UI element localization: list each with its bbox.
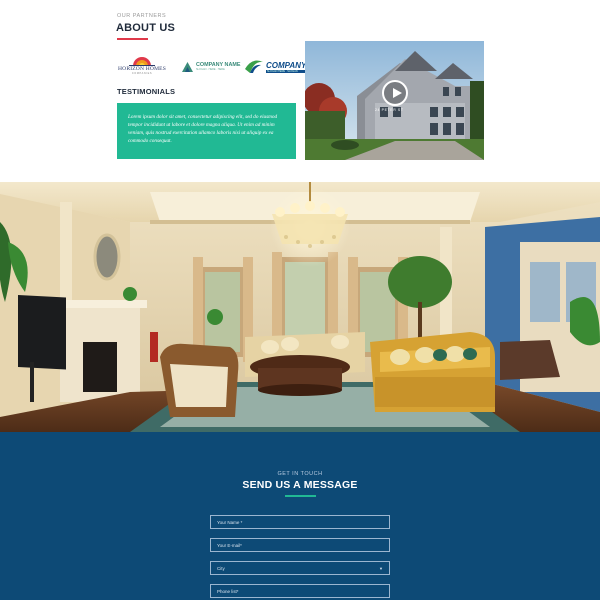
phone-field[interactable]: Phone list*: [210, 584, 390, 598]
about-title: ABOUT US: [116, 22, 176, 34]
chevron-down-icon: ▼: [379, 565, 383, 571]
sun-horizon-logo-icon: [129, 57, 155, 66]
interior-banner: [0, 182, 600, 432]
swoosh-logo-icon: [245, 60, 263, 73]
partner-logo-horizon[interactable]: HORIZON HOMES COMPANIES: [116, 57, 168, 77]
living-room-photo: [0, 182, 600, 432]
testimonial-card: Lorem ipsum dolor sit amet, consectetur …: [117, 103, 296, 159]
video-caption: 24 PETER ST: [375, 108, 404, 112]
partner-name: COMPANY: [266, 60, 307, 70]
partner-sub: COMPANIES: [131, 72, 153, 75]
city-select[interactable]: City ▼: [210, 561, 390, 575]
title-underline: [285, 495, 316, 497]
contact-eyebrow: GET IN TOUCH: [277, 471, 323, 477]
play-icon[interactable]: [382, 80, 408, 106]
partner-sub: SLOGAN HERE · SLOGAN: [266, 69, 307, 73]
about-section: OUR PARTNERS ABOUT US HORIZON HOMES COMP…: [0, 0, 600, 182]
city-placeholder: City: [217, 565, 225, 571]
name-placeholder: Your Name *: [217, 519, 243, 525]
email-placeholder: Your E-mail*: [217, 542, 242, 548]
contact-section: GET IN TOUCH SEND US A MESSAGE Your Name…: [0, 432, 600, 600]
partner-sub: SLOGAN · HERE · HERE: [196, 67, 225, 71]
partner-logo-company-name[interactable]: COMPANY NAME SLOGAN · HERE · HERE: [181, 59, 240, 73]
testimonial-text: Lorem ipsum dolor sit amet, consectetur …: [128, 114, 278, 144]
section-eyebrow: OUR PARTNERS: [117, 13, 167, 19]
testimonials-title: TESTIMONIALS: [117, 87, 176, 96]
title-underline: [117, 38, 148, 40]
property-video[interactable]: 24 PETER ST: [305, 41, 484, 160]
house-roof-logo-icon: [182, 61, 193, 72]
phone-placeholder: Phone list*: [217, 588, 239, 594]
contact-title: SEND US A MESSAGE: [242, 479, 358, 491]
name-field[interactable]: Your Name *: [210, 515, 390, 529]
partner-logo-company[interactable]: COMPANY SLOGAN HERE · SLOGAN: [244, 58, 307, 75]
email-field[interactable]: Your E-mail*: [210, 538, 390, 552]
